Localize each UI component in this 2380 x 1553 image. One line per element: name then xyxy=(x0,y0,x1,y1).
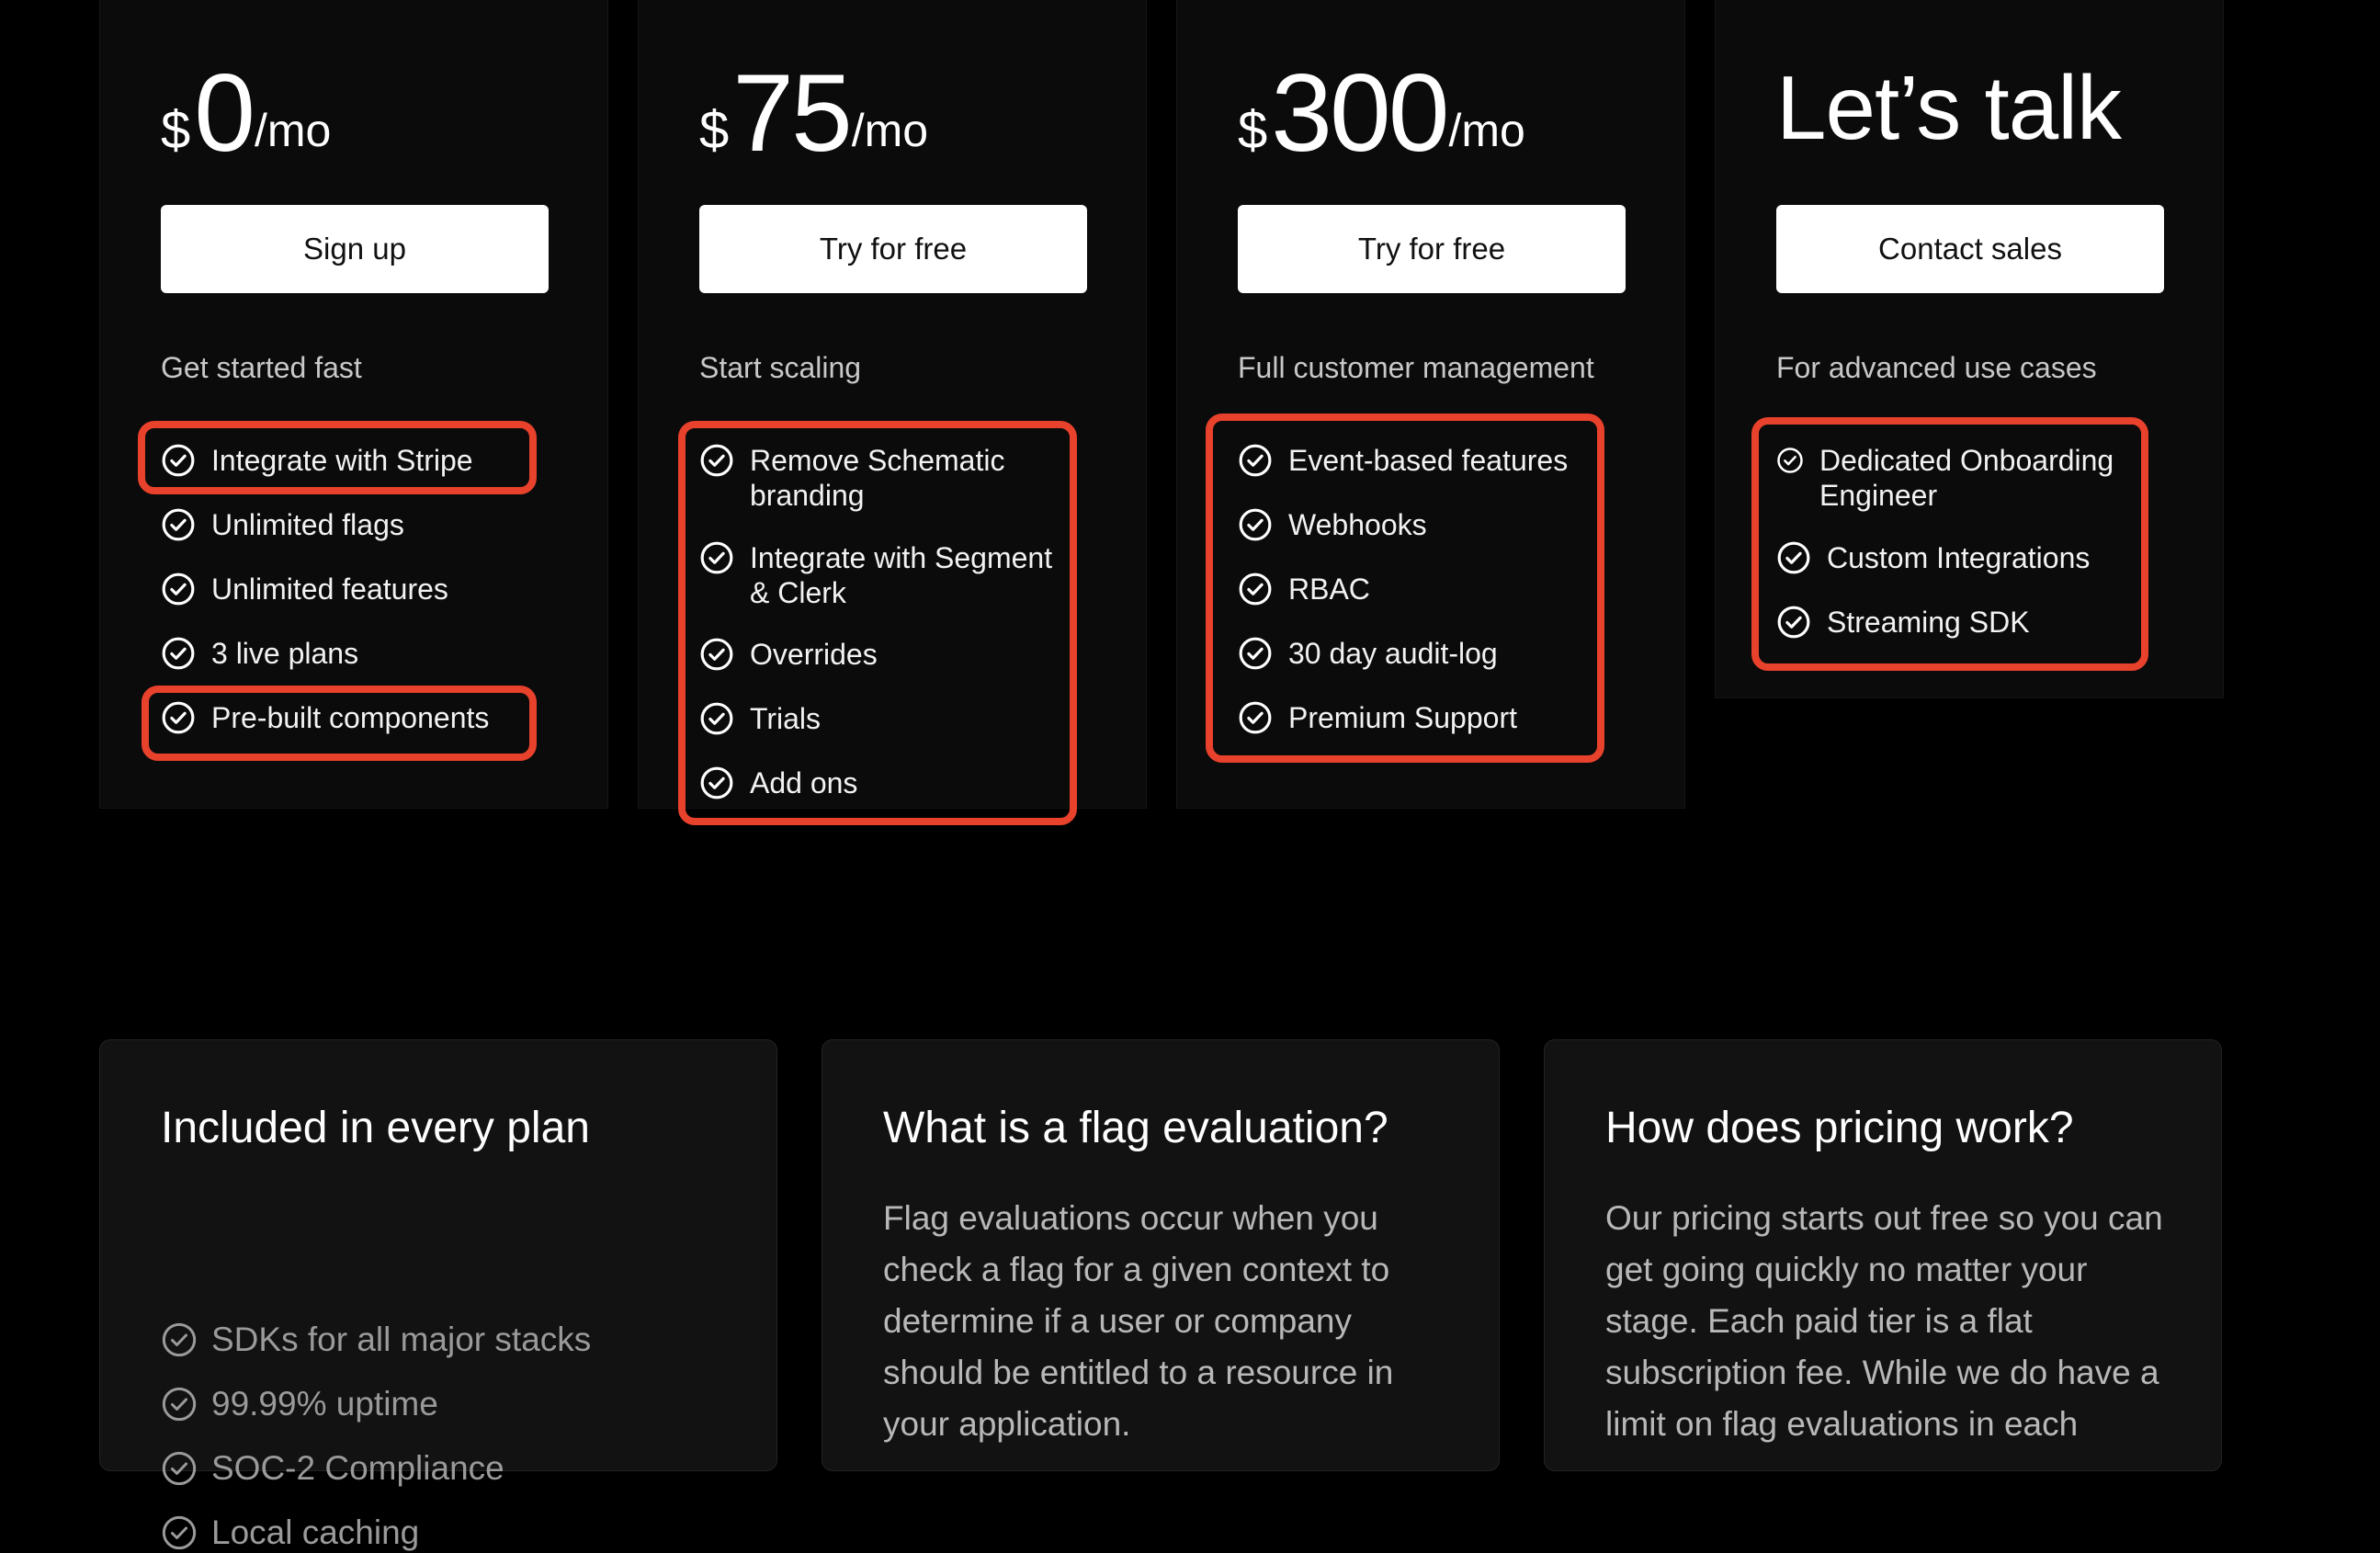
plan-card-enterprise: Let’s talk Contact sales For advanced us… xyxy=(1715,0,2224,698)
feature-label: Dedicated Onboarding Engineer xyxy=(1819,444,2114,512)
included-item: 99.99% uptime xyxy=(161,1384,438,1424)
feature-item: Unlimited features xyxy=(161,572,448,606)
price-period: /mo xyxy=(1448,105,1525,156)
feature-item: 3 live plans xyxy=(161,636,358,671)
price-amount: 0 xyxy=(194,51,255,175)
feature-label: Webhooks xyxy=(1288,508,1427,541)
included-item: SOC-2 Compliance xyxy=(161,1448,504,1489)
info-card-body: Our pricing starts out free so you can g… xyxy=(1605,1199,2163,1443)
check-circle-icon xyxy=(161,1386,198,1423)
feature-label: Overrides xyxy=(750,638,878,671)
feature-item: Pre-built components xyxy=(161,700,489,735)
check-circle-icon xyxy=(161,1321,198,1358)
plan-subtitle: Start scaling xyxy=(699,351,862,384)
feature-label: Unlimited features xyxy=(211,572,448,606)
feature-item: Event-based features xyxy=(1238,443,1568,478)
feature-item: Integrate with Segment & Clerk xyxy=(699,540,1052,610)
info-card-pricing: How does pricing work? Our pricing start… xyxy=(1544,1039,2222,1471)
check-circle-icon xyxy=(1238,636,1273,671)
info-card-title: Included in every plan xyxy=(161,1104,590,1152)
feature-label: Event-based features xyxy=(1288,444,1569,477)
feature-label: Remove Schematic branding xyxy=(750,444,1005,512)
feature-label: Add ons xyxy=(750,766,858,799)
feature-label: 3 live plans xyxy=(211,637,359,670)
feature-item: Streaming SDK xyxy=(1776,605,2030,640)
plan-subtitle: For advanced use cases xyxy=(1776,351,2097,384)
price-period: /mo xyxy=(851,105,929,156)
included-item: SDKs for all major stacks xyxy=(161,1320,591,1360)
feature-item: Unlimited flags xyxy=(161,507,404,542)
price-currency: $ xyxy=(161,100,191,160)
feature-item: Add ons xyxy=(699,765,857,800)
feature-label: Pre-built components xyxy=(211,701,490,734)
check-circle-icon xyxy=(1238,443,1273,478)
price-amount: 300 xyxy=(1271,51,1449,175)
feature-label: Unlimited flags xyxy=(211,508,404,541)
plan-subtitle: Get started fast xyxy=(161,351,362,384)
sign-up-button[interactable]: Sign up xyxy=(161,205,549,293)
plan-headline: Let’s talk xyxy=(1776,57,2122,158)
plan-price: $ 300 /mo xyxy=(1238,51,1525,175)
info-card-included: Included in every plan SDKs for all majo… xyxy=(99,1039,777,1551)
feature-label: Trials xyxy=(750,702,822,735)
check-circle-icon xyxy=(699,765,734,800)
feature-label: RBAC xyxy=(1288,572,1370,606)
plan-card-free: $ 0 /mo Sign up Get started fast Integra… xyxy=(99,0,608,809)
info-card-flag-evaluation: What is a flag evaluation? Flag evaluati… xyxy=(822,1039,1500,1471)
check-circle-icon xyxy=(699,540,734,575)
feature-item: Integrate with Stripe xyxy=(161,443,473,478)
check-circle-icon xyxy=(161,700,196,735)
included-item-label: SDKs for all major stacks xyxy=(211,1321,592,1358)
info-card-body: Flag evaluations occur when you check a … xyxy=(883,1199,1394,1443)
try-for-free-button[interactable]: Try for free xyxy=(1238,205,1626,293)
check-circle-icon xyxy=(1238,572,1273,606)
check-circle-icon xyxy=(161,1450,198,1487)
check-circle-icon xyxy=(161,443,196,478)
plan-card-300: $ 300 /mo Try for free Full customer man… xyxy=(1176,0,1685,809)
plan-card-75: $ 75 /mo Try for free Start scaling Remo… xyxy=(638,0,1147,809)
plan-subtitle: Full customer management xyxy=(1238,351,1594,384)
included-item-label: 99.99% uptime xyxy=(211,1385,438,1423)
price-currency: $ xyxy=(699,100,730,160)
feature-item: Remove Schematic branding xyxy=(699,443,1004,513)
included-item-label: Local caching xyxy=(211,1513,420,1551)
check-circle-icon xyxy=(699,701,734,736)
feature-label: Streaming SDK xyxy=(1827,606,2030,639)
feature-label: Integrate with Segment & Clerk xyxy=(750,541,1053,609)
feature-item: Webhooks xyxy=(1238,507,1427,542)
feature-item: Custom Integrations xyxy=(1776,540,2090,575)
check-circle-icon xyxy=(1776,540,1811,575)
check-circle-icon xyxy=(161,507,196,542)
check-circle-icon xyxy=(161,572,196,606)
check-circle-icon xyxy=(1776,605,1811,640)
feature-item: RBAC xyxy=(1238,572,1370,606)
price-period: /mo xyxy=(255,105,332,156)
feature-label: Premium Support xyxy=(1288,701,1517,734)
feature-label: 30 day audit-log xyxy=(1288,637,1498,670)
feature-item: 30 day audit-log xyxy=(1238,636,1498,671)
feature-label: Integrate with Stripe xyxy=(211,444,473,477)
check-circle-icon xyxy=(1776,443,1804,478)
plan-price: $ 0 /mo xyxy=(161,51,332,175)
plan-price: $ 75 /mo xyxy=(699,51,929,175)
info-card-title: How does pricing work? xyxy=(1605,1104,2074,1152)
feature-item: Overrides xyxy=(699,637,878,672)
try-for-free-button[interactable]: Try for free xyxy=(699,205,1087,293)
included-item: Local caching xyxy=(161,1513,419,1553)
check-circle-icon xyxy=(161,1514,198,1551)
price-currency: $ xyxy=(1238,100,1268,160)
contact-sales-button[interactable]: Contact sales xyxy=(1776,205,2164,293)
check-circle-icon xyxy=(161,636,196,671)
check-circle-icon xyxy=(1238,700,1273,735)
included-item-label: SOC-2 Compliance xyxy=(211,1449,504,1487)
check-circle-icon xyxy=(699,637,734,672)
check-circle-icon xyxy=(1238,507,1273,542)
feature-item: Premium Support xyxy=(1238,700,1517,735)
info-card-title: What is a flag evaluation? xyxy=(883,1104,1388,1152)
check-circle-icon xyxy=(699,443,734,478)
price-amount: 75 xyxy=(732,51,852,175)
feature-item: Trials xyxy=(699,701,821,736)
feature-label: Custom Integrations xyxy=(1827,541,2091,574)
feature-item: Dedicated Onboarding Engineer xyxy=(1776,443,2114,513)
